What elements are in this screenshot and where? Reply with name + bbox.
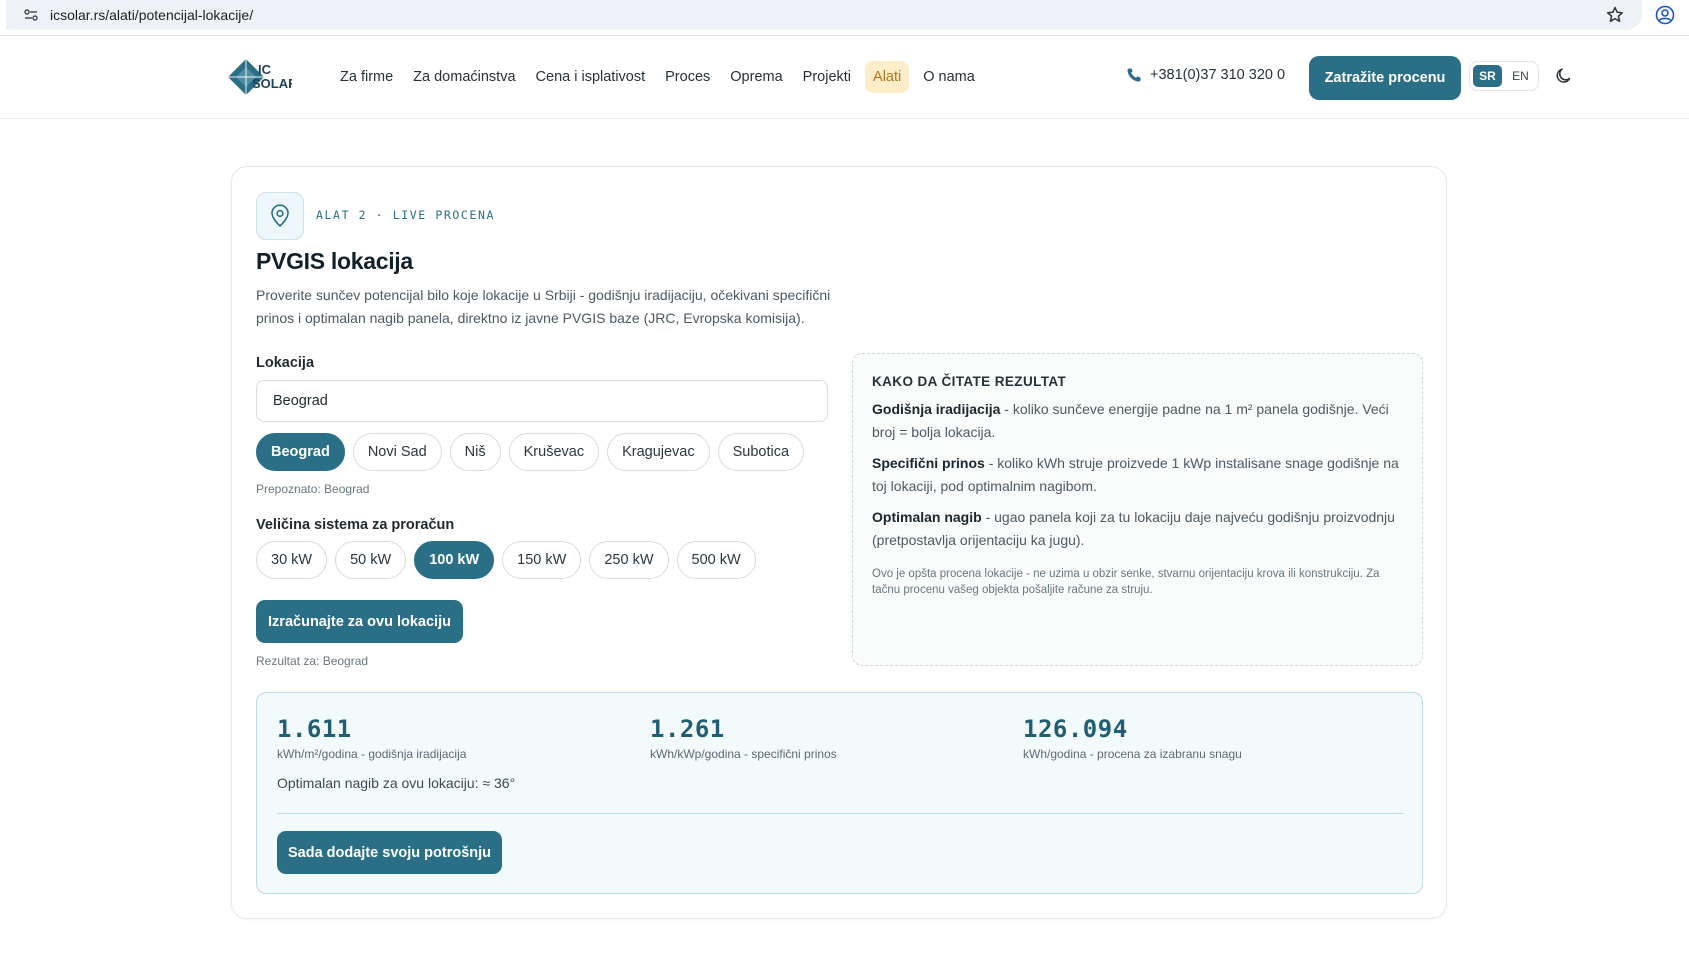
nav-item-proces[interactable]: Proces <box>655 61 720 93</box>
location-input[interactable] <box>256 380 828 422</box>
city-chip-novi-sad[interactable]: Novi Sad <box>352 433 442 471</box>
city-chip-kragujevac[interactable]: Kragujevac <box>607 433 710 471</box>
nav-item-oprema[interactable]: Oprema <box>720 61 792 93</box>
nav-item-alati[interactable]: Alati <box>865 61 910 93</box>
dark-mode-moon-icon[interactable] <box>1554 66 1574 86</box>
metric-label: kWh/m²/godina - godišnja iradijacija <box>277 747 467 761</box>
address-bar[interactable]: icsolar.rs/alati/potencijal-lokacije/ <box>6 0 1642 30</box>
svg-text:SOLAR: SOLAR <box>252 76 292 91</box>
info-note: Ovo je opšta procena lokacije - ne uzima… <box>872 568 1380 596</box>
profile-icon[interactable] <box>1655 5 1675 25</box>
size-chip-30kw[interactable]: 30 kW <box>256 541 328 579</box>
phone-number: +381(0)37 310 320 0 <box>1150 67 1286 83</box>
lang-sr-button[interactable]: SR <box>1473 65 1502 87</box>
request-estimate-button[interactable]: Zatražite procenu <box>1309 56 1461 100</box>
svg-text:IC: IC <box>258 62 272 77</box>
tool-description: Proverite sunčev potencijal bilo koje lo… <box>256 287 831 326</box>
metric-label: kWh/godina - procena za izabranu snagu <box>1023 747 1242 761</box>
language-switcher: SR EN <box>1469 61 1539 91</box>
size-chip-50kw[interactable]: 50 kW <box>335 541 407 579</box>
nav-item-za-domacinstva[interactable]: Za domaćinstva <box>403 61 525 93</box>
metric-value: 126.094 <box>1023 715 1128 743</box>
result-for-label: Rezultat za: Beograd <box>256 654 369 668</box>
ic-solar-logo[interactable]: IC SOLAR <box>226 55 292 97</box>
size-chip-500kw[interactable]: 500 kW <box>676 541 756 579</box>
size-chip-250kw[interactable]: 250 kW <box>589 541 669 579</box>
size-chips: 30 kW 50 kW 100 kW 150 kW 250 kW 500 kW <box>256 541 756 579</box>
city-chip-nis[interactable]: Niš <box>449 433 501 471</box>
calculate-button[interactable]: Izračunajte za ovu lokaciju <box>256 600 463 643</box>
url-text[interactable]: icsolar.rs/alati/potencijal-lokacije/ <box>50 7 253 23</box>
city-chips: Beograd Novi Sad Niš Kruševac Kragujevac… <box>256 433 805 471</box>
metric-value: 1.261 <box>650 715 725 743</box>
nav-item-za-firme[interactable]: Za firme <box>330 61 403 93</box>
results-panel: 1.611 kWh/m²/godina - godišnja iradijaci… <box>256 692 1423 894</box>
info-term: Godišnja iradijacija <box>872 401 1001 417</box>
metric-specific-yield: 1.261 kWh/kWp/godina - specifični prinos <box>650 715 837 761</box>
city-chip-krusevac[interactable]: Kruševac <box>508 433 600 471</box>
metric-label: kWh/kWp/godina - specifični prinos <box>650 747 837 761</box>
nav-item-o-nama[interactable]: O nama <box>913 61 985 93</box>
phone-link[interactable]: +381(0)37 310 320 0 <box>1126 67 1285 83</box>
info-term: Optimalan nagib <box>872 509 982 525</box>
metric-irradiation: 1.611 kWh/m²/godina - godišnja iradijaci… <box>277 715 466 761</box>
info-item-irradiation: Godišnja iradijacija - koliko sunčeve en… <box>872 398 1403 444</box>
location-label: Lokacija <box>256 355 315 371</box>
nav-item-cena-i-isplativost[interactable]: Cena i isplativost <box>526 61 656 93</box>
phone-icon <box>1127 68 1141 82</box>
city-chip-subotica[interactable]: Subotica <box>717 433 805 471</box>
lang-en-button[interactable]: EN <box>1506 65 1535 87</box>
metric-annual-production: 126.094 kWh/godina - procena za izabranu… <box>1023 715 1242 761</box>
tool-icon-box <box>256 192 304 240</box>
site-settings-icon[interactable] <box>23 7 39 23</box>
nav-item-projekti[interactable]: Projekti <box>793 61 861 93</box>
info-term: Specifični prinos <box>872 455 985 471</box>
size-chip-100kw[interactable]: 100 kW <box>414 541 495 579</box>
tool-eyebrow: ALAT 2 · LIVE PROCENA <box>316 208 495 222</box>
browser-toolbar: icsolar.rs/alati/potencijal-lokacije/ <box>0 0 1689 36</box>
site-header: IC SOLAR Za firme Za domaćinstva Cena i … <box>0 37 1689 119</box>
pvgis-tool-card: ALAT 2 · LIVE PROCENA PVGIS lokacija Pro… <box>231 166 1447 919</box>
info-title: KAKO DA ČITATE REZULTAT <box>872 374 1067 389</box>
system-size-label: Veličina sistema za proračun <box>256 517 455 533</box>
metric-value: 1.611 <box>277 715 352 743</box>
how-to-read-box: KAKO DA ČITATE REZULTAT Godišnja iradija… <box>852 353 1423 666</box>
optimal-tilt-text: Optimalan nagib za ovu lokaciju: ≈ 36° <box>277 775 516 791</box>
tool-title: PVGIS lokacija <box>256 248 413 274</box>
main-nav: Za firme Za domaćinstva Cena i isplativo… <box>330 59 985 95</box>
size-chip-150kw[interactable]: 150 kW <box>502 541 582 579</box>
city-chip-beograd[interactable]: Beograd <box>256 433 345 471</box>
info-item-specific-yield: Specifični prinos - koliko kWh struje pr… <box>872 452 1403 498</box>
bookmark-star-icon[interactable] <box>1605 5 1625 25</box>
info-item-optimal-tilt: Optimalan nagib - ugao panela koji za tu… <box>872 506 1403 552</box>
map-pin-icon <box>271 204 289 227</box>
add-consumption-button[interactable]: Sada dodajte svoju potrošnju <box>277 831 502 874</box>
recognized-location: Prepoznato: Beograd <box>256 482 370 496</box>
results-divider <box>277 813 1404 814</box>
